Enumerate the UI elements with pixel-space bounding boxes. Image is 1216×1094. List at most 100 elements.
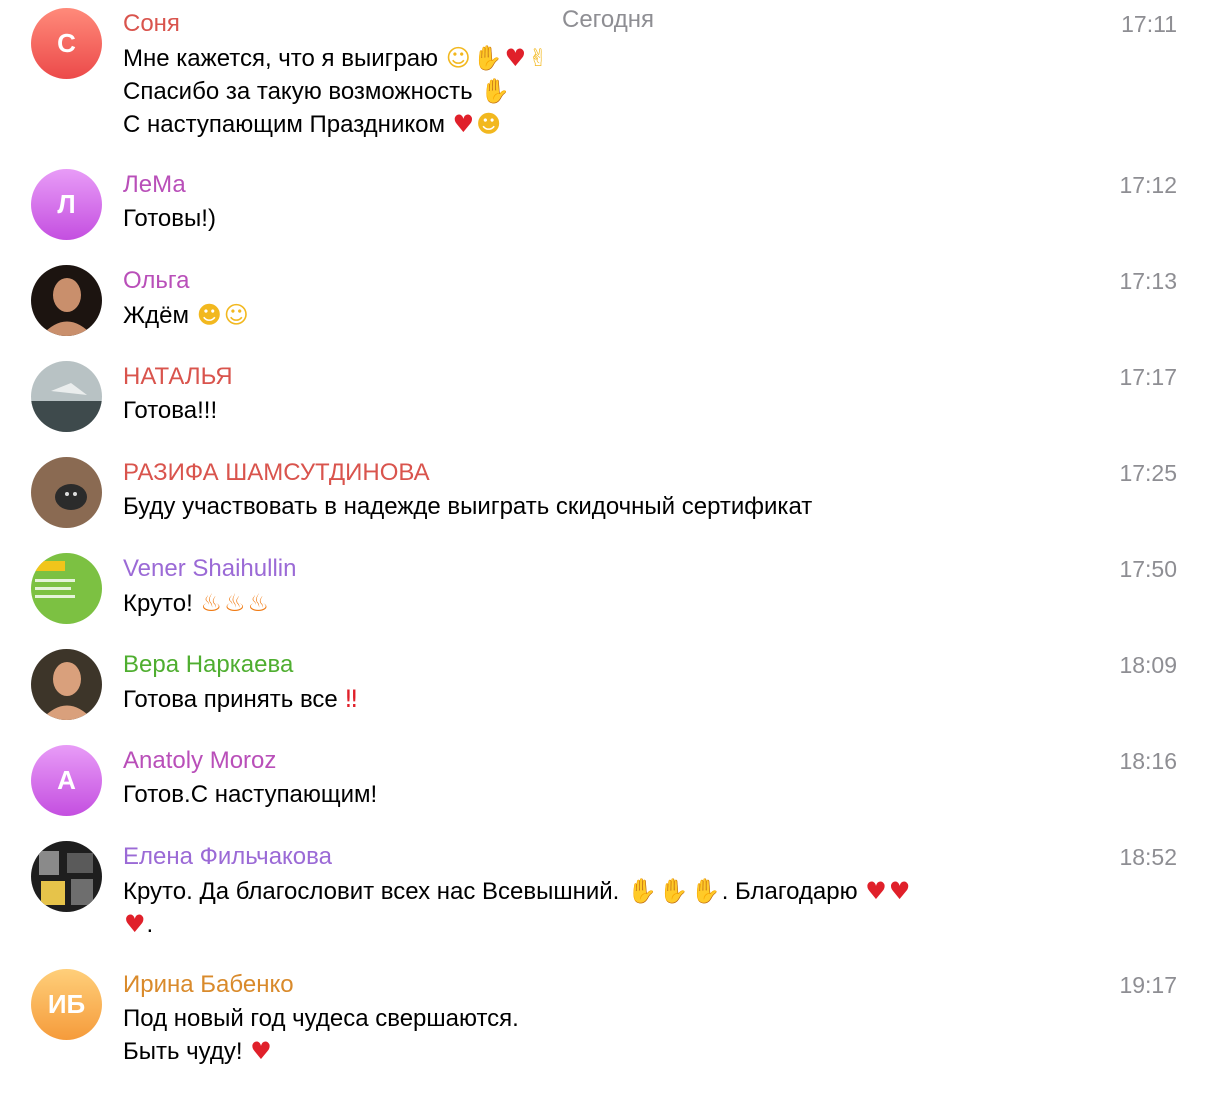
avatar[interactable] bbox=[31, 361, 102, 432]
message-line: Спасибо за такую возможность ✋ bbox=[123, 75, 1063, 108]
double-exclamation-emoji: ‼ bbox=[345, 685, 358, 713]
message-line-text: Круто. Да благословит всех нас Всевышний… bbox=[123, 878, 620, 905]
message-line: Готова!!! bbox=[123, 395, 1063, 427]
sender-name[interactable]: Ирина Бабенко bbox=[123, 969, 294, 1001]
avatar[interactable]: Л bbox=[31, 169, 102, 240]
message-line: Готов.С наступающим! bbox=[123, 779, 1063, 811]
message-line: Мне кажется, что я выиграю ☺✋♥✌ bbox=[123, 42, 1063, 75]
message-line: Круто! ♨♨♨ bbox=[123, 587, 1063, 620]
smiling-face-emoji: ☺ bbox=[445, 44, 471, 72]
red-heart-emoji: ♥ bbox=[504, 44, 527, 72]
message-text: Ждём ☻☺ bbox=[123, 299, 1063, 332]
message-line-text: Круто! bbox=[123, 590, 193, 617]
sender-name[interactable]: Ольга bbox=[123, 265, 189, 297]
message-time: 18:52 bbox=[1119, 844, 1177, 870]
message-line: Готовы!) bbox=[123, 203, 1063, 235]
fire-emoji: ♨ bbox=[247, 589, 270, 617]
red-heart-emoji: ♥ bbox=[250, 1037, 272, 1065]
avatar-initials: С bbox=[57, 28, 76, 58]
message-time: 19:17 bbox=[1119, 972, 1177, 998]
avatar[interactable]: ИБ bbox=[31, 969, 102, 1040]
avatar-initials: ИБ bbox=[47, 989, 86, 1019]
fire-emoji: ♨ bbox=[200, 589, 222, 617]
avatar[interactable] bbox=[31, 457, 102, 528]
red-heart-emoji: ♥ bbox=[452, 110, 475, 138]
folded-hands-emoji: ✋ bbox=[480, 77, 511, 105]
message-line-text: Спасибо за такую возможность bbox=[123, 78, 473, 105]
seascape-photo-icon bbox=[31, 361, 102, 432]
raising-hands-emoji: ✋ bbox=[658, 877, 689, 905]
message-time: 17:50 bbox=[1119, 556, 1177, 582]
sender-name[interactable]: НАТАЛЬЯ bbox=[123, 361, 233, 393]
folded-hands-emoji: ✋ bbox=[472, 44, 503, 72]
fire-emoji: ♨ bbox=[223, 589, 246, 617]
message-text: Мне кажется, что я выиграю ☺✋♥✌ Спасибо з… bbox=[123, 42, 1063, 141]
sender-name[interactable]: Соня bbox=[123, 8, 180, 40]
message-text: Готовы!) bbox=[123, 203, 1063, 235]
message-line: Буду участвовать в надежде выиграть скид… bbox=[123, 491, 1063, 523]
message-time: 17:11 bbox=[1121, 11, 1177, 37]
message-line: Под новый год чудеса свершаются. bbox=[123, 1003, 1063, 1035]
face-blowing-kiss-emoji: ☻ bbox=[476, 110, 502, 138]
date-header: Сегодня bbox=[562, 6, 654, 33]
red-heart-emoji: ♥ bbox=[888, 877, 911, 905]
sender-name[interactable]: РАЗИФА ШАМСУТДИНОВА bbox=[123, 457, 430, 489]
partying-face-emoji: ☻ bbox=[196, 301, 222, 329]
avatar-initials: А bbox=[57, 765, 76, 795]
green-banner-photo-icon bbox=[31, 553, 102, 624]
red-heart-emoji: ♥ bbox=[124, 910, 146, 938]
message-line-text: Готовы!) bbox=[123, 205, 216, 232]
message-text: Готова!!! bbox=[123, 395, 1063, 427]
message-line: С наступающим Праздником ♥☻ bbox=[123, 108, 1063, 141]
message-text: Под новый год чудеса свершаются. Быть чуд… bbox=[123, 1003, 1063, 1068]
message-time: 17:25 bbox=[1119, 460, 1177, 486]
woman-portrait-photo-icon bbox=[31, 649, 102, 720]
message-line: Круто. Да благословит всех нас Всевышний… bbox=[123, 875, 1063, 908]
message-time: 17:13 bbox=[1119, 268, 1177, 294]
message-time: 18:09 bbox=[1119, 652, 1177, 678]
raising-hands-emoji: ✋ bbox=[627, 877, 657, 905]
avatar[interactable] bbox=[31, 265, 102, 336]
cat-photo-icon bbox=[31, 457, 102, 528]
message-time: 17:12 bbox=[1119, 172, 1177, 198]
thumbs-up-emoji: ✌ bbox=[528, 44, 549, 72]
message-time: 17:17 bbox=[1119, 364, 1177, 390]
message-line-text: Мне кажется, что я выиграю bbox=[123, 45, 439, 72]
message-line: ♥. bbox=[123, 908, 1063, 941]
message-text: Буду участвовать в надежде выиграть скид… bbox=[123, 491, 1063, 523]
sender-name[interactable]: Anatoly Moroz bbox=[123, 745, 276, 777]
raising-hands-emoji: ✋ bbox=[690, 877, 721, 905]
message-line-text: Быть чуду! bbox=[123, 1038, 243, 1065]
collage-photo-icon bbox=[31, 841, 102, 912]
message-text: Готов.С наступающим! bbox=[123, 779, 1063, 811]
message-line-text: Готова принять все bbox=[123, 686, 338, 713]
message-line: Быть чуду! ♥ bbox=[123, 1035, 1063, 1068]
message-line-text: Готов.С наступающим! bbox=[123, 781, 378, 808]
avatar[interactable] bbox=[31, 649, 102, 720]
message-line-suffix: . Благодарю bbox=[721, 878, 858, 905]
avatar[interactable]: А bbox=[31, 745, 102, 816]
red-heart-emoji: ♥ bbox=[865, 877, 887, 905]
message-line-suffix: . bbox=[146, 911, 154, 938]
avatar-initials: Л bbox=[57, 189, 76, 219]
sender-name[interactable]: Vener Shaihullin bbox=[123, 553, 296, 585]
message-text: Круто! ♨♨♨ bbox=[123, 587, 1063, 620]
sender-name[interactable]: Вера Наркаева bbox=[123, 649, 293, 681]
avatar[interactable] bbox=[31, 553, 102, 624]
message-line-text: Буду участвовать в надежде выиграть скид… bbox=[123, 493, 813, 520]
message-line-text: Под новый год чудеса свершаются. bbox=[123, 1005, 519, 1032]
star-struck-emoji: ☺ bbox=[223, 301, 249, 329]
message-line-text: С наступающим Праздником bbox=[123, 111, 445, 138]
sender-name[interactable]: Елена Фильчакова bbox=[123, 841, 332, 873]
message-line: Готова принять все ‼ bbox=[123, 683, 1063, 716]
message-text: Готова принять все ‼ bbox=[123, 683, 1063, 716]
message-line-text: Ждём bbox=[123, 302, 190, 329]
message-line-text: Готова!!! bbox=[123, 397, 218, 424]
avatar[interactable]: С bbox=[31, 8, 102, 79]
message-line: Ждём ☻☺ bbox=[123, 299, 1063, 332]
message-time: 18:16 bbox=[1119, 748, 1177, 774]
avatar[interactable] bbox=[31, 841, 102, 912]
message-text: Круто. Да благословит всех нас Всевышний… bbox=[123, 875, 1063, 941]
sender-name[interactable]: ЛеМа bbox=[123, 169, 186, 201]
portrait-photo-icon bbox=[31, 265, 102, 336]
